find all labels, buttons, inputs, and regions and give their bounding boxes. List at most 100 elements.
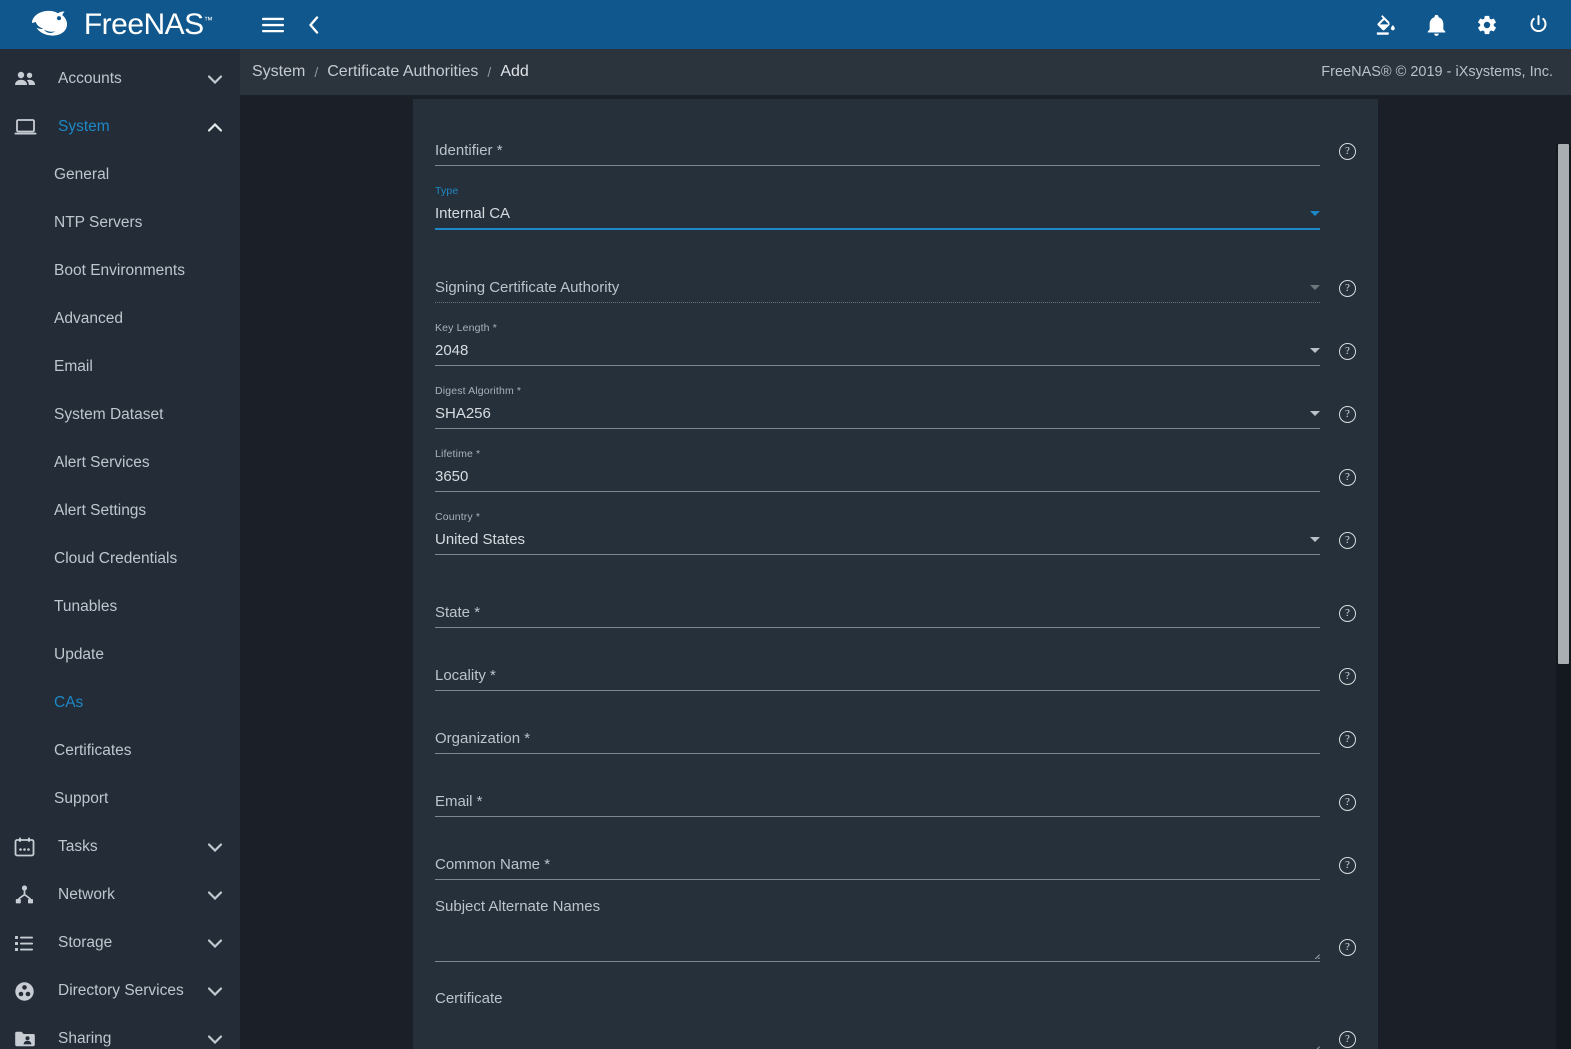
freenas-app-window: FreeNAS™ Accounts System General NTP Ser… — [0, 0, 1571, 1049]
sidebar-item-cas[interactable]: CAs — [0, 679, 240, 727]
sidebar-item-email[interactable]: Email — [0, 343, 240, 391]
field-type-label: Type — [435, 185, 459, 197]
help-icon-common-name[interactable]: ? — [1326, 857, 1356, 880]
field-lifetime: Lifetime * 3650 ? — [435, 447, 1356, 492]
chevron-down-icon[interactable] — [208, 890, 222, 900]
sidebar-item-alert-services-label: Alert Services — [54, 454, 150, 471]
subject-alternate-names-textarea[interactable]: Subject Alternate Names — [435, 898, 1320, 962]
chevron-down-icon[interactable] — [1310, 536, 1320, 542]
chevron-up-icon[interactable] — [208, 122, 222, 132]
key-length-select[interactable]: 2048 — [435, 335, 1320, 366]
help-icon-email[interactable]: ? — [1326, 794, 1356, 817]
chevron-down-icon[interactable] — [208, 74, 222, 84]
help-question-icon: ? — [1339, 668, 1356, 685]
sidebar-item-network[interactable]: Network — [0, 871, 240, 919]
resize-handle-icon[interactable] — [1309, 948, 1320, 959]
chevron-down-icon[interactable] — [208, 938, 222, 948]
sidebar-item-accounts[interactable]: Accounts — [0, 55, 240, 103]
certificate-textarea: Certificate — [435, 990, 1320, 1049]
help-question-icon: ? — [1339, 794, 1356, 811]
sidebar-item-general[interactable]: General — [0, 151, 240, 199]
help-icon-certificate[interactable]: ? — [1326, 1031, 1356, 1049]
email-input[interactable]: Email * — [435, 786, 1320, 817]
sidebar-item-storage[interactable]: Storage — [0, 919, 240, 967]
notifications-bell-icon[interactable] — [1427, 14, 1446, 36]
chevron-down-icon[interactable] — [208, 1034, 222, 1044]
sidebar-item-alert-services[interactable]: Alert Services — [0, 439, 240, 487]
page-scrollbar[interactable] — [1556, 144, 1571, 1049]
sidebar-item-system-dataset[interactable]: System Dataset — [0, 391, 240, 439]
sidebar-item-support-label: Support — [54, 790, 109, 807]
sidebar-item-advanced-label: Advanced — [54, 310, 123, 327]
brand-trademark: ™ — [203, 14, 213, 25]
main-column: System / Certificate Authorities / Add F… — [240, 0, 1571, 1049]
brand-name: FreeNAS™ — [83, 7, 213, 41]
sidebar-item-cloud-credentials[interactable]: Cloud Credentials — [0, 535, 240, 583]
chevron-down-icon[interactable] — [208, 842, 222, 852]
sharing-folder-icon — [14, 1030, 42, 1048]
field-state: State * ? — [435, 583, 1356, 628]
storage-list-icon — [14, 935, 42, 952]
help-icon-subject-alternate-names[interactable]: ? — [1326, 939, 1356, 962]
sidebar-item-ntp-servers[interactable]: NTP Servers — [0, 199, 240, 247]
sidebar-item-tasks[interactable]: Tasks — [0, 823, 240, 871]
tasks-calendar-icon — [14, 837, 42, 857]
sidebar-item-alert-settings[interactable]: Alert Settings — [0, 487, 240, 535]
help-icon-lifetime[interactable]: ? — [1326, 469, 1356, 492]
type-select[interactable]: Internal CA — [435, 198, 1320, 230]
state-input[interactable]: State * — [435, 597, 1320, 628]
field-identifier: Identifier * ? — [435, 121, 1356, 166]
help-icon-state[interactable]: ? — [1326, 605, 1356, 628]
field-digest-algorithm-label: Digest Algorithm * — [435, 385, 522, 397]
help-icon-identifier[interactable]: ? — [1326, 143, 1356, 166]
help-icon-signing-ca[interactable]: ? — [1326, 280, 1356, 303]
copyright-text: FreeNAS® © 2019 - iXsystems, Inc. — [1321, 64, 1553, 80]
breadcrumb-item-system[interactable]: System — [252, 63, 305, 81]
digest-algorithm-select[interactable]: SHA256 — [435, 398, 1320, 429]
hamburger-menu-icon[interactable] — [262, 17, 284, 33]
help-icon-country[interactable]: ? — [1326, 532, 1356, 555]
page-scrollbar-thumb[interactable] — [1558, 144, 1569, 664]
sidebar-item-directory-services[interactable]: Directory Services — [0, 967, 240, 1015]
lifetime-input[interactable]: 3650 — [435, 461, 1320, 492]
system-laptop-icon — [14, 118, 42, 136]
chevron-down-icon[interactable] — [208, 986, 222, 996]
sidebar-item-certificates[interactable]: Certificates — [0, 727, 240, 775]
help-icon-key-length[interactable]: ? — [1326, 343, 1356, 366]
field-country: Country * United States ? — [435, 510, 1356, 555]
theme-paint-icon[interactable] — [1375, 14, 1397, 36]
chevron-down-icon[interactable] — [1310, 410, 1320, 416]
sidebar-item-system[interactable]: System — [0, 103, 240, 151]
organization-input[interactable]: Organization * — [435, 723, 1320, 754]
chevron-down-icon — [1310, 284, 1320, 290]
settings-gear-icon[interactable] — [1476, 14, 1498, 36]
brand-logo[interactable]: FreeNAS™ — [0, 0, 240, 49]
sidebar-item-support[interactable]: Support — [0, 775, 240, 823]
field-digest-algorithm: Digest Algorithm * SHA256 ? — [435, 384, 1356, 429]
country-selected-value: United States — [435, 530, 526, 548]
field-email-label: Email * — [435, 792, 483, 810]
chevron-down-icon[interactable] — [1310, 210, 1320, 216]
locality-input[interactable]: Locality * — [435, 660, 1320, 691]
common-name-input[interactable]: Common Name * — [435, 849, 1320, 880]
help-icon-locality[interactable]: ? — [1326, 668, 1356, 691]
breadcrumb-item-add[interactable]: Add — [500, 63, 528, 81]
power-icon[interactable] — [1528, 14, 1549, 35]
sidebar-item-tunables[interactable]: Tunables — [0, 583, 240, 631]
sidebar-item-sharing[interactable]: Sharing — [0, 1015, 240, 1049]
field-identifier-label: Identifier * — [435, 141, 503, 159]
chevron-left-icon[interactable] — [308, 15, 320, 34]
signing-certificate-authority-select: Signing Certificate Authority — [435, 272, 1320, 303]
sidebar-item-advanced[interactable]: Advanced — [0, 295, 240, 343]
help-question-icon: ? — [1339, 731, 1356, 748]
help-icon-digest-algorithm[interactable]: ? — [1326, 406, 1356, 429]
country-select[interactable]: United States — [435, 524, 1320, 555]
field-lifetime-label: Lifetime * — [435, 448, 481, 460]
sidebar-item-boot-environments[interactable]: Boot Environments — [0, 247, 240, 295]
chevron-down-icon[interactable] — [1310, 347, 1320, 353]
breadcrumb-item-certificate-authorities[interactable]: Certificate Authorities — [327, 63, 478, 81]
field-common-name: Common Name * ? — [435, 835, 1356, 880]
identifier-input[interactable]: Identifier * — [435, 135, 1320, 166]
sidebar-item-update[interactable]: Update — [0, 631, 240, 679]
help-icon-organization[interactable]: ? — [1326, 731, 1356, 754]
